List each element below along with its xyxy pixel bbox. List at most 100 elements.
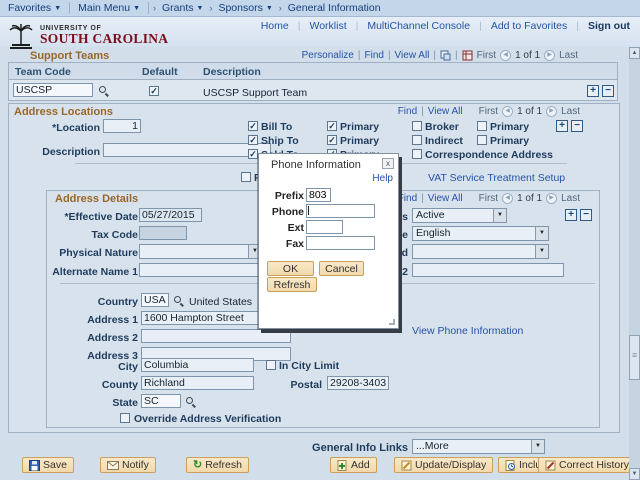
override-address-verification-checkbox[interactable] [120,413,130,423]
pager-last[interactable]: Last [561,106,580,117]
pager-next-icon[interactable]: ▶ [546,106,558,117]
chevron-down-icon: ▼ [133,4,141,12]
pager-prev-icon[interactable]: ◀ [500,50,512,61]
worklist-link[interactable]: Worklist [309,20,346,32]
add-address-detail-button[interactable]: + [565,209,577,221]
delete-location-button[interactable]: − [571,120,583,132]
language-code-select[interactable]: English ▼ [412,226,549,241]
scroll-up-icon[interactable]: ▲ [629,47,640,59]
pager-prev-icon[interactable]: ◀ [502,193,514,204]
general-info-links-select[interactable]: ...More ▼ [412,439,545,454]
vat-service-treatment-setup-link[interactable]: VAT Service Treatment Setup [428,172,565,184]
team-code-input[interactable] [13,83,93,97]
refresh-icon: ↻ [193,458,203,471]
view-all-link[interactable]: View All [428,106,463,117]
pager-next-icon[interactable]: ▶ [546,193,558,204]
save-button[interactable]: Save [22,457,74,473]
state-lookup-icon[interactable] [186,397,193,404]
pager-position: 1 of 1 [515,50,541,61]
main-menu[interactable]: Main Menu ▼ [70,0,148,16]
multichannel-console-link[interactable]: MultiChannel Console [367,20,470,32]
find-link[interactable]: Find [398,106,417,117]
fax-input[interactable] [306,236,375,250]
team-code-lookup-icon[interactable] [99,86,106,93]
ship-to-checkbox[interactable] [248,135,258,145]
find-link[interactable]: Find [398,193,417,204]
phone-input[interactable] [306,204,375,218]
bill-to-checkbox[interactable] [248,121,258,131]
postal-input[interactable] [327,376,389,390]
zoom-grid-icon[interactable] [440,50,451,61]
logo-line2: SOUTH CAROLINA [40,31,169,47]
help-link[interactable]: Help [372,173,393,184]
pager-first[interactable]: First [479,106,498,117]
alternate-name2-input[interactable] [412,263,564,277]
usc-logo: UNIVERSITY OF SOUTH CAROLINA [6,23,168,49]
view-all-link[interactable]: View All [428,193,463,204]
partial-checkbox[interactable] [241,172,251,182]
delete-address-detail-button[interactable]: − [580,209,592,221]
address-locations-toolbar: Find | View All First ◀ 1 of 1 ▶ Last [398,106,580,117]
download-grid-icon[interactable] [462,50,473,61]
pager-first[interactable]: First [479,193,498,204]
in-city-limit-checkbox[interactable] [266,360,276,370]
add-to-favorites-link[interactable]: Add to Favorites [491,20,567,32]
where-performed-select[interactable]: ▼ [412,244,549,259]
vertical-scrollbar[interactable]: ▲ ▼ [629,47,640,480]
state-input[interactable] [141,394,181,408]
prefix-input[interactable] [306,188,331,202]
view-phone-information-link[interactable]: View Phone Information [412,325,523,337]
find-link[interactable]: Find [364,50,383,61]
notify-button[interactable]: Notify [100,457,156,473]
city-input[interactable] [141,358,254,372]
add-button[interactable]: Add [330,457,377,473]
broker-checkbox[interactable] [412,121,422,131]
location-input[interactable] [103,119,141,133]
description-input[interactable] [103,143,271,157]
refresh-button[interactable]: ↻ Refresh [186,457,249,473]
status-select[interactable]: Active ▼ [412,208,507,223]
status-value: Active [416,209,445,221]
correct-history-button[interactable]: Correct History [537,457,636,473]
update-display-button[interactable]: Update/Display [394,457,494,473]
primary-broker-checkbox[interactable] [477,121,487,131]
correspondence-address-checkbox[interactable] [412,149,422,159]
primary-bill-checkbox[interactable] [327,121,337,131]
sign-out-link[interactable]: Sign out [588,20,630,32]
indirect-checkbox[interactable] [412,135,422,145]
pager-first[interactable]: First [477,50,496,61]
add-row-button[interactable]: + [587,85,599,97]
primary-ship-checkbox[interactable] [327,135,337,145]
pager-next-icon[interactable]: ▶ [544,50,556,61]
favorites-menu[interactable]: Favorites ▼ [0,0,69,16]
breadcrumb-sponsors[interactable]: Sponsors ▼ [216,0,274,16]
pager-prev-icon[interactable]: ◀ [502,106,514,117]
county-input[interactable] [141,376,254,390]
primary-label: Primary [490,135,530,147]
delete-row-button[interactable]: − [602,85,614,97]
cancel-button[interactable]: Cancel [319,261,364,276]
add-location-button[interactable]: + [556,120,568,132]
scrollbar-thumb[interactable] [629,335,640,380]
sold-to-checkbox[interactable] [248,149,258,159]
country-input[interactable] [141,293,169,307]
breadcrumb-grants[interactable]: Grants ▼ [160,0,205,16]
effective-date-input[interactable] [139,208,202,222]
country-lookup-icon[interactable] [174,296,181,303]
view-all-link[interactable]: View All [395,50,430,61]
ok-button[interactable]: OK [267,261,314,276]
ext-input[interactable] [306,220,343,234]
pager-last[interactable]: Last [561,193,580,204]
pager-last[interactable]: Last [559,50,578,61]
scroll-down-icon[interactable]: ▼ [629,468,640,480]
physical-nature-select[interactable]: ▼ [139,244,262,259]
modal-refresh-button[interactable]: Refresh [267,277,317,292]
resize-handle-icon[interactable] [389,319,395,325]
home-link[interactable]: Home [261,20,289,32]
address2-input[interactable] [141,329,291,343]
primary-indirect-checkbox[interactable] [477,135,487,145]
breadcrumb-general-information[interactable]: General Information [286,0,383,16]
default-checkbox[interactable] [149,86,159,96]
personalize-link[interactable]: Personalize [302,50,354,61]
close-icon[interactable]: x [382,158,394,169]
